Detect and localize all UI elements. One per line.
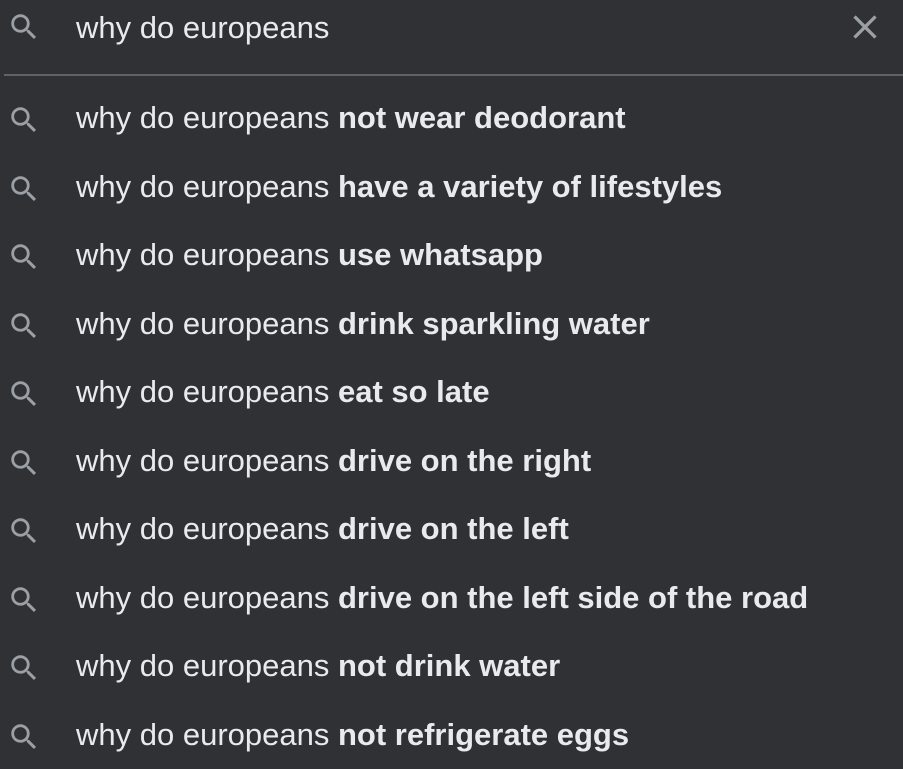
suggestion-text: why do europeans drive on the left <box>76 509 569 549</box>
suggestion-list: why do europeans not wear deodorant why … <box>0 86 903 769</box>
suggestion-item[interactable]: why do europeans not refrigerate eggs <box>0 703 903 769</box>
suggestion-prefix: why do europeans <box>76 100 330 135</box>
search-icon <box>11 586 37 612</box>
suggestion-prefix: why do europeans <box>76 305 330 341</box>
suggestion-completion: use whatsapp <box>337 237 543 272</box>
suggestion-prefix: why do europeans <box>76 442 330 478</box>
suggestion-item[interactable]: why do europeans use whatsapp <box>0 223 903 292</box>
suggestion-completion: drive on the right <box>337 442 592 478</box>
suggestion-prefix: why do europeans <box>76 648 330 683</box>
suggestion-completion: eat so late <box>337 374 490 409</box>
search-icon <box>11 449 37 475</box>
suggestion-text: why do europeans not wear deodorant <box>76 98 626 138</box>
suggestion-text: why do europeans have a variety of lifes… <box>76 167 722 207</box>
suggestion-completion: not wear deodorant <box>337 100 626 135</box>
suggestion-completion: drink sparkling water <box>337 305 650 341</box>
suggestion-text: why do europeans drive on the left side … <box>76 578 808 618</box>
search-icon <box>11 723 37 749</box>
suggestion-item[interactable]: why do europeans drink sparkling water <box>0 292 903 361</box>
suggestion-item[interactable]: why do europeans drive on the right <box>0 429 903 498</box>
suggestion-item[interactable]: why do europeans not drink water <box>0 634 903 703</box>
search-autocomplete-panel: why do europeans not wear deodorant why … <box>0 0 903 769</box>
search-bar <box>0 0 903 74</box>
suggestion-item[interactable]: why do europeans have a variety of lifes… <box>0 155 903 224</box>
suggestion-text: why do europeans use whatsapp <box>76 235 543 275</box>
suggestion-prefix: why do europeans <box>76 374 330 409</box>
search-icon <box>11 518 37 544</box>
suggestion-completion: not drink water <box>337 648 561 683</box>
suggestion-completion: drive on the left <box>337 511 569 546</box>
suggestion-item[interactable]: why do europeans drive on the left side … <box>0 566 903 635</box>
suggestion-item[interactable]: why do europeans drive on the left <box>0 497 903 566</box>
search-input[interactable] <box>74 4 816 52</box>
close-icon[interactable] <box>845 7 885 47</box>
search-icon <box>11 175 37 201</box>
suggestion-prefix: why do europeans <box>76 511 330 546</box>
suggestion-text: why do europeans not refrigerate eggs <box>76 715 629 755</box>
suggestion-prefix: why do europeans <box>76 579 330 615</box>
suggestion-completion: have a variety of lifestyles <box>337 168 723 204</box>
suggestion-text: why do europeans not drink water <box>76 646 560 686</box>
suggestion-completion: not refrigerate eggs <box>337 716 630 752</box>
search-icon <box>11 655 37 681</box>
divider <box>4 74 903 76</box>
suggestion-prefix: why do europeans <box>76 716 330 752</box>
suggestion-text: why do europeans eat so late <box>76 372 490 412</box>
suggestion-prefix: why do europeans <box>76 168 330 204</box>
suggestion-completion: drive on the left side of the road <box>337 579 809 615</box>
search-icon <box>11 312 37 338</box>
search-icon <box>11 14 37 40</box>
suggestion-prefix: why do europeans <box>76 237 330 272</box>
search-icon <box>11 381 37 407</box>
search-icon <box>11 244 37 270</box>
suggestion-text: why do europeans drink sparkling water <box>76 304 650 344</box>
suggestion-item[interactable]: why do europeans eat so late <box>0 360 903 429</box>
search-icon <box>11 107 37 133</box>
suggestion-text: why do europeans drive on the right <box>76 441 591 481</box>
suggestion-item[interactable]: why do europeans not wear deodorant <box>0 86 903 155</box>
